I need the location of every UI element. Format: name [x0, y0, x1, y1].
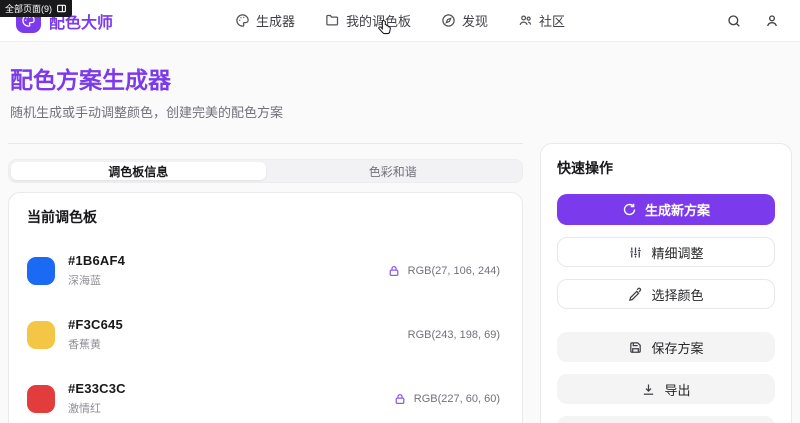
generate-new-scheme-button[interactable]: 生成新方案 [557, 194, 775, 225]
page-subtitle: 随机生成或手动调整颜色，创建完美的配色方案 [10, 105, 284, 120]
eyedropper-icon [628, 287, 643, 302]
tab-palette-info[interactable]: 调色板信息 [11, 162, 266, 180]
nav-label-discover: 发现 [462, 14, 489, 29]
tab-color-harmony[interactable]: 色彩和谐 [266, 162, 521, 180]
color-name: 深海蓝 [68, 275, 101, 287]
main-nav: 生成器 我的调色板 发现 社区 [226, 11, 574, 30]
color-hex: #E33C3C [68, 381, 126, 396]
nav-item-discover[interactable]: 发现 [441, 11, 488, 30]
save-scheme-button[interactable]: 保存方案 [557, 332, 775, 362]
refresh-icon [622, 202, 637, 217]
rgb-value: RGB(27, 106, 244) [407, 264, 500, 277]
top-navigation-bar: 配色大师 生成器 我的调色板 发现 社区 [0, 0, 800, 42]
section-divider [8, 143, 523, 144]
color-row-1[interactable]: #1B6AF4 深海蓝 RGB(27, 106, 244) [27, 253, 504, 288]
save-icon [628, 340, 643, 355]
main-content: 配色方案生成器 随机生成或手动调整颜色，创建完美的配色方案 调色板信息 色彩和谐… [0, 42, 800, 423]
user-icon[interactable] [764, 13, 780, 29]
download-icon [641, 382, 656, 397]
current-palette-card: 当前调色板 #1B6AF4 深海蓝 RGB(27, 106, 244) #F3C… [8, 192, 523, 423]
color-swatch[interactable] [27, 256, 55, 285]
folder-icon [325, 13, 340, 28]
palette-tabs: 调色板信息 色彩和谐 [8, 159, 523, 183]
color-swatch[interactable] [27, 384, 55, 413]
compass-icon [441, 13, 456, 28]
my-palettes-button[interactable]: 我的调色板 [557, 416, 775, 423]
header-actions [574, 13, 784, 29]
color-row-3[interactable]: #E33C3C 激情红 RGB(227, 60, 60) [27, 381, 504, 416]
nav-item-community[interactable]: 社区 [518, 11, 565, 30]
export-button[interactable]: 导出 [557, 374, 775, 404]
mouse-cursor [376, 19, 394, 37]
all-pages-badge[interactable]: 全部页面(9) [0, 0, 72, 17]
lock-icon[interactable] [393, 392, 407, 406]
page-title: 配色方案生成器 [10, 67, 171, 93]
color-name: 香蕉黄 [68, 339, 101, 351]
nav-label-community: 社区 [539, 14, 566, 29]
rgb-value: RGB(227, 60, 60) [413, 392, 500, 405]
pick-color-button[interactable]: 选择颜色 [557, 279, 775, 309]
palette-heading: 当前调色板 [27, 209, 97, 225]
nav-label-generator: 生成器 [255, 14, 295, 29]
color-hex: #1B6AF4 [68, 253, 126, 268]
users-icon [518, 13, 533, 28]
sliders-icon [628, 245, 643, 260]
color-hex: #F3C645 [68, 317, 123, 332]
fine-tune-button[interactable]: 精细调整 [557, 237, 775, 267]
split-view-icon [56, 3, 67, 14]
nav-item-my-palettes[interactable]: 我的调色板 [325, 11, 411, 30]
quick-actions-heading: 快速操作 [557, 160, 613, 176]
search-icon[interactable] [726, 13, 742, 29]
color-swatch[interactable] [27, 320, 55, 349]
nav-item-generator[interactable]: 生成器 [235, 11, 295, 30]
color-name: 激情红 [68, 403, 101, 415]
quick-actions-card: 快速操作 生成新方案 精细调整 选择颜色 保存方案 导出 [540, 143, 792, 423]
lock-icon[interactable] [387, 264, 401, 278]
all-pages-badge-label: 全部页面(9) [5, 4, 52, 14]
color-row-2[interactable]: #F3C645 香蕉黄 RGB(243, 198, 69) [27, 317, 504, 352]
rgb-value: RGB(243, 198, 69) [407, 328, 500, 341]
palette-icon [235, 13, 250, 28]
